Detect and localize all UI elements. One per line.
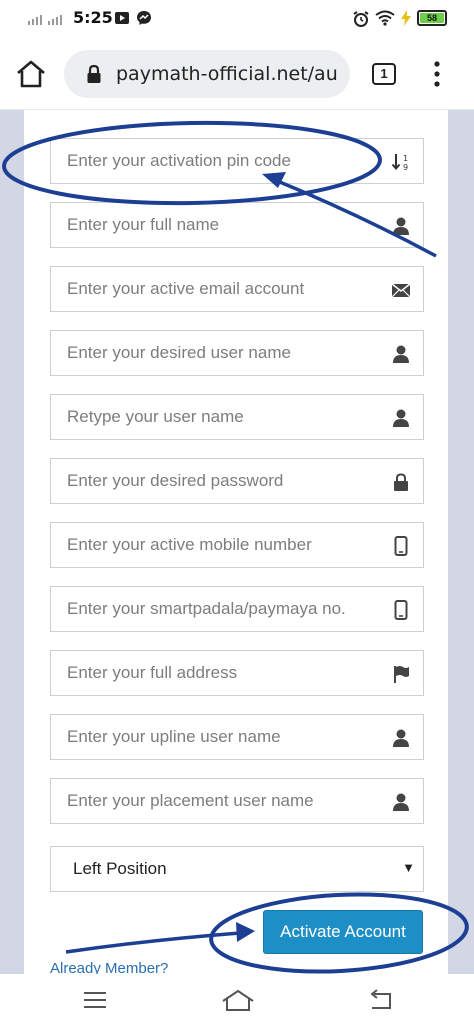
recents-menu-icon[interactable] (80, 988, 110, 1012)
user-icon (393, 345, 409, 363)
password-input[interactable] (51, 459, 381, 503)
tabs-button[interactable]: 1 (372, 63, 396, 85)
smartpadala-field (50, 586, 424, 632)
full-address-input[interactable] (51, 651, 381, 695)
lock-icon (394, 473, 408, 491)
full-name-input[interactable] (51, 203, 381, 247)
activation-pin-input[interactable] (51, 139, 381, 183)
activate-account-button[interactable]: Activate Account (263, 910, 423, 954)
email-input[interactable] (51, 267, 381, 311)
user-icon (393, 729, 409, 747)
status-bar: 5:25 58 (0, 0, 474, 38)
registration-form: 1 9 (24, 110, 448, 974)
activation-pin-field: 1 9 (50, 138, 424, 184)
battery-icon: 58 (417, 10, 447, 26)
smartpadala-input[interactable] (51, 587, 381, 631)
messenger-icon (137, 11, 151, 25)
screen: 5:25 58 paymath-official.net/au 1 Enter … (0, 0, 474, 1026)
charging-icon (401, 10, 411, 26)
already-member-link[interactable]: Already Member? (50, 960, 168, 974)
mobile-number-input[interactable] (51, 523, 381, 567)
user-icon (393, 793, 409, 811)
mobile-number-field (50, 522, 424, 568)
address-bar[interactable]: paymath-official.net/au (64, 50, 350, 98)
svg-text:9: 9 (403, 163, 408, 172)
back-icon[interactable] (366, 988, 396, 1012)
svg-text:1: 1 (403, 154, 408, 163)
upline-username-input[interactable] (51, 715, 381, 759)
placement-username-field (50, 778, 424, 824)
lock-icon (87, 64, 101, 83)
flag-icon (394, 666, 409, 683)
retype-username-field (50, 394, 424, 440)
alarm-icon (353, 11, 369, 27)
android-nav-bar (0, 974, 474, 1026)
mobile-icon (394, 600, 408, 620)
browser-toolbar: paymath-official.net/au 1 (0, 38, 474, 110)
web-page: 1 9 (0, 110, 474, 974)
position-select-value: Left Position (73, 859, 167, 878)
mobile-icon (394, 536, 408, 556)
desired-username-field (50, 330, 424, 376)
placement-username-input[interactable] (51, 779, 381, 823)
url-text: paymath-official.net/au (116, 63, 338, 85)
dropdown-arrow-icon: ▼ (402, 860, 415, 875)
battery-level: 58 (420, 13, 444, 23)
nav-home-icon[interactable] (220, 988, 256, 1012)
home-icon[interactable] (14, 58, 48, 90)
status-time: 5:25 (73, 8, 113, 27)
wifi-icon (375, 10, 395, 26)
retype-username-input[interactable] (51, 395, 381, 439)
full-address-field (50, 650, 424, 696)
signal-icon (28, 15, 62, 25)
email-field (50, 266, 424, 312)
upline-username-field (50, 714, 424, 760)
position-select[interactable]: Left Position ▼ (50, 846, 424, 892)
password-field (50, 458, 424, 504)
user-icon (393, 409, 409, 427)
user-icon (393, 217, 409, 235)
more-menu-icon[interactable] (430, 58, 444, 90)
sort-numeric-icon: 1 9 (391, 154, 408, 172)
full-name-field (50, 202, 424, 248)
envelope-icon (391, 283, 411, 298)
youtube-icon (115, 12, 129, 24)
desired-username-input[interactable] (51, 331, 381, 375)
